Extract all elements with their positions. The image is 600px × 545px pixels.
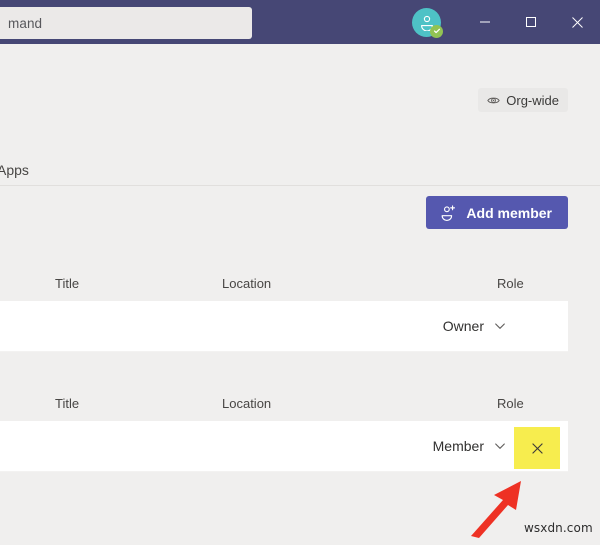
owners-table: Title Location Role Owner (0, 265, 568, 352)
eye-icon (487, 97, 500, 103)
minimize-icon (480, 21, 490, 23)
tab-apps[interactable]: Apps (0, 154, 29, 185)
tab-apps-label: Apps (0, 161, 29, 178)
close-button[interactable] (554, 0, 600, 44)
role-value: Owner (442, 318, 484, 334)
column-header-role: Role (497, 395, 524, 411)
role-value: Member (432, 438, 484, 454)
column-header-location: Location (222, 395, 272, 411)
window-controls-group (412, 0, 600, 44)
search-input-placeholder: mand (8, 15, 43, 31)
add-member-button-label: Add member (466, 204, 552, 221)
remove-member-button[interactable] (514, 427, 560, 469)
close-icon (531, 442, 543, 454)
tab-strip: Apps (0, 154, 600, 186)
chevron-down-icon (495, 443, 505, 449)
status-badge-org-wide: Org-wide (478, 88, 568, 112)
maximize-icon (526, 17, 536, 27)
minimize-button[interactable] (462, 0, 508, 44)
members-table-header: Title Location Role (0, 385, 568, 421)
members-table: Title Location Role Member (0, 385, 568, 472)
teams-window: mand Org-wide Apps Add member Title Loca… (0, 0, 600, 545)
role-dropdown-member[interactable]: Member (433, 421, 507, 471)
title-bar: mand (0, 0, 600, 44)
add-member-button[interactable]: Add member (426, 196, 568, 229)
chevron-down-icon (495, 323, 505, 329)
table-row[interactable]: Owner (0, 301, 568, 352)
person-add-icon (442, 205, 456, 221)
avatar[interactable] (412, 7, 443, 38)
column-header-title: Title (55, 275, 80, 291)
annotation-arrow-icon (471, 481, 521, 538)
search-input[interactable]: mand (0, 7, 252, 39)
available-check-icon (430, 24, 443, 38)
close-icon (571, 16, 583, 28)
owners-table-header: Title Location Role (0, 265, 568, 301)
column-header-location: Location (222, 275, 272, 291)
column-header-role: Role (497, 275, 524, 291)
role-dropdown-owner[interactable]: Owner (443, 301, 507, 351)
column-header-title: Title (55, 395, 80, 411)
org-wide-label: Org-wide (506, 92, 559, 108)
table-row[interactable]: Member (0, 421, 568, 472)
watermark: wsxdn.com (524, 521, 593, 535)
maximize-button[interactable] (508, 0, 554, 44)
